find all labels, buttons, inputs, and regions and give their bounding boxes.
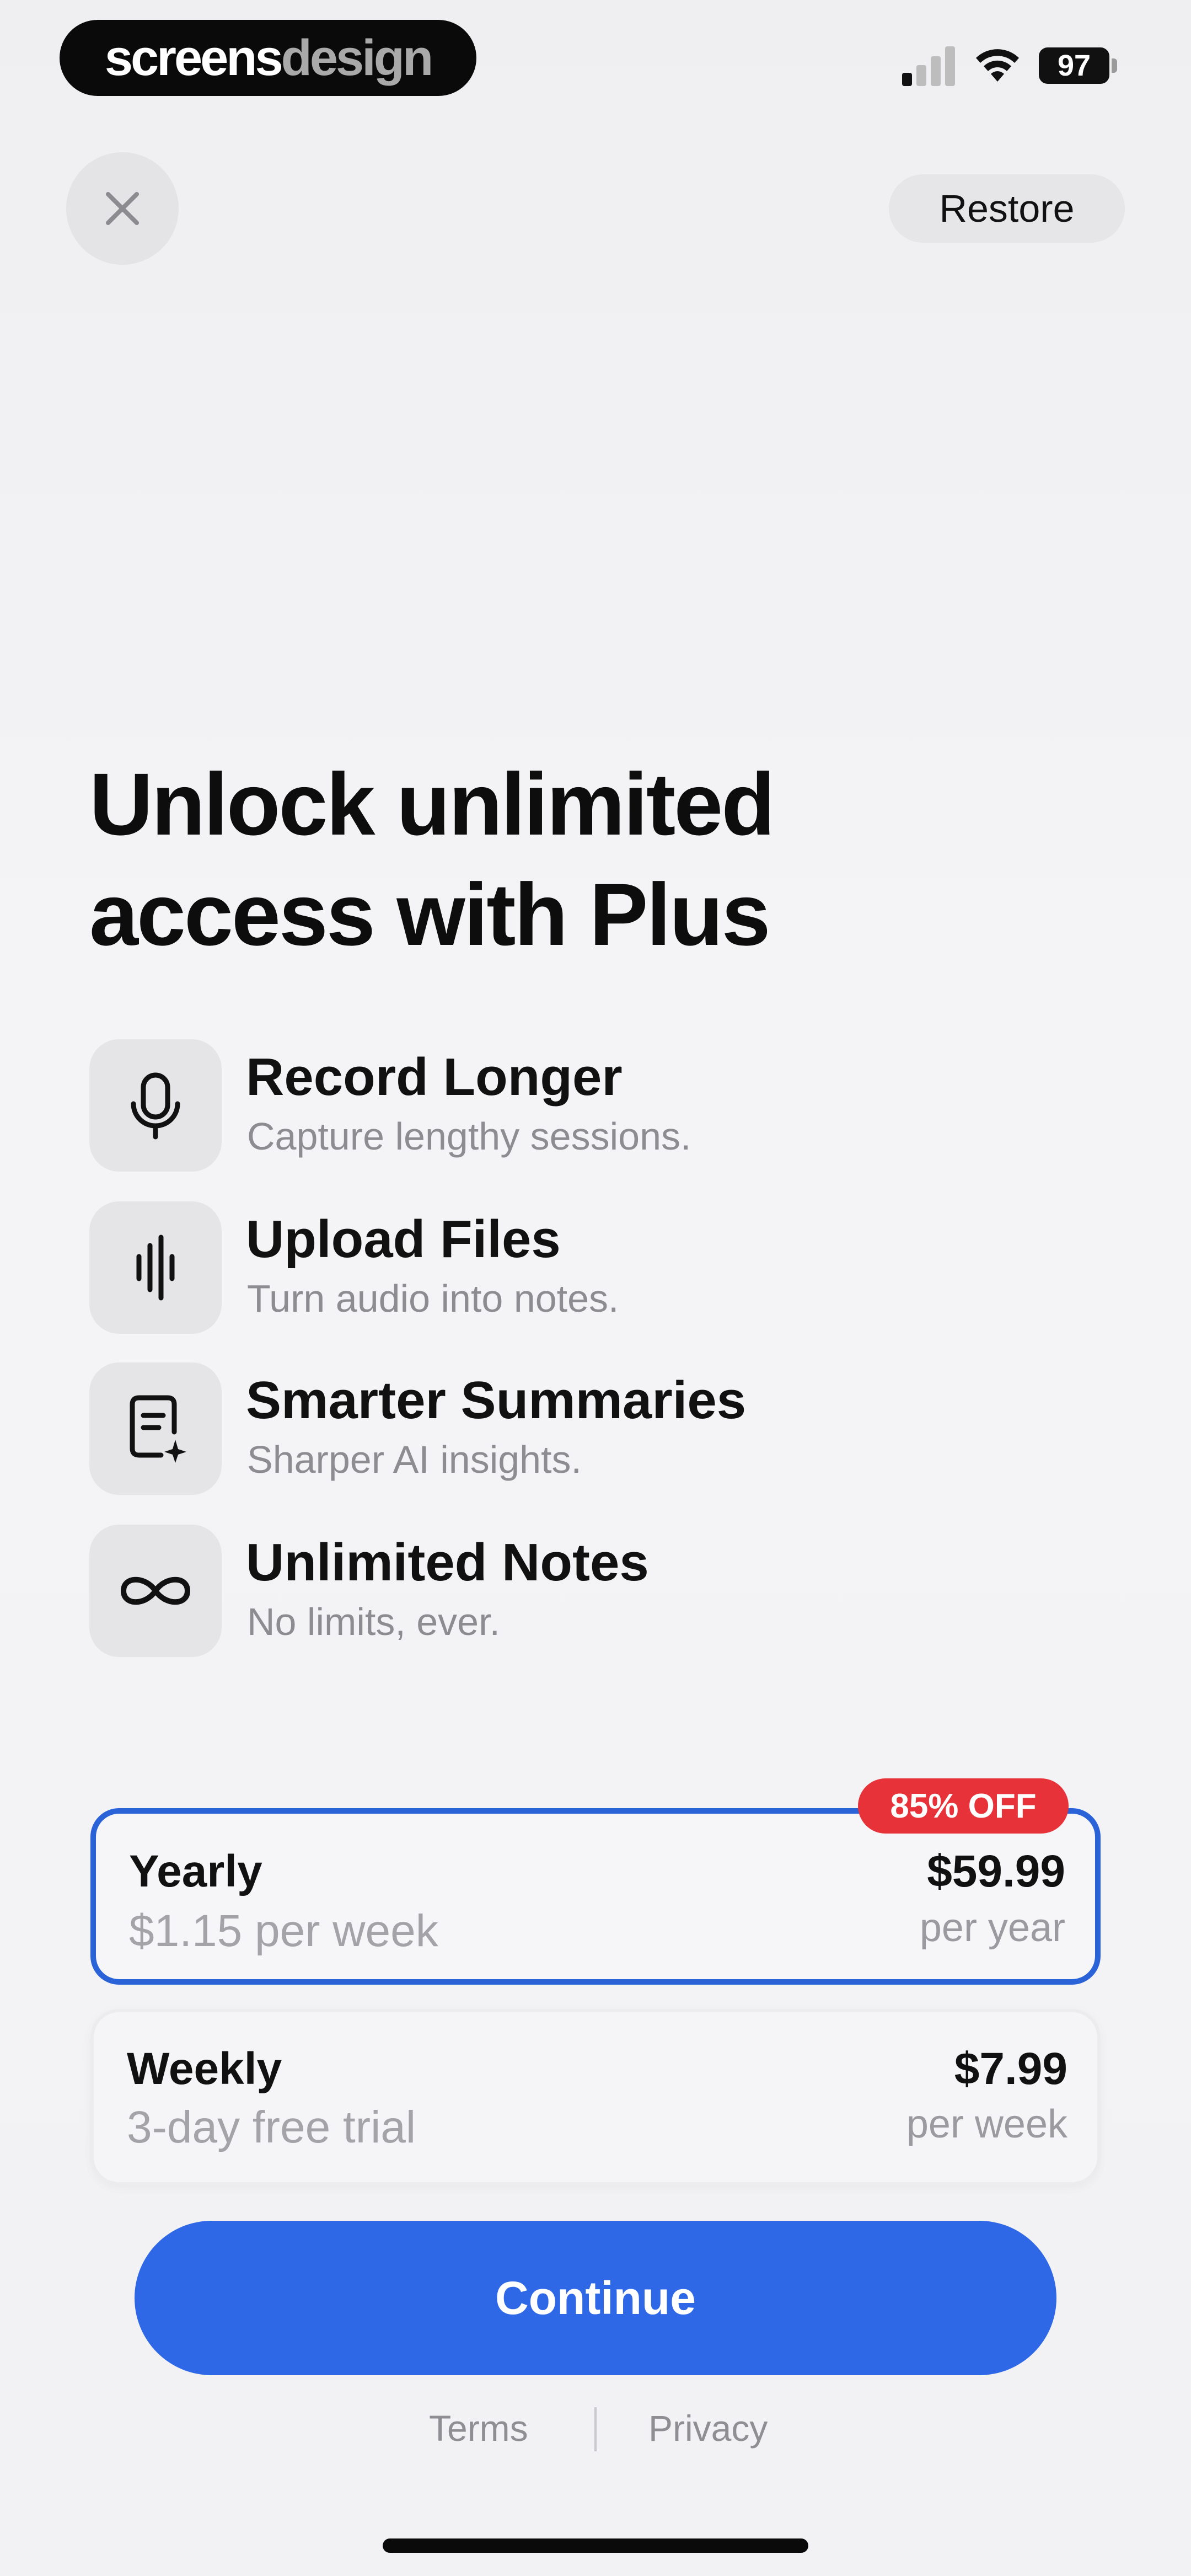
plan-price: $7.99: [954, 2044, 1067, 2094]
microphone-icon: [131, 1072, 180, 1140]
discount-badge: 85% OFF: [858, 1778, 1069, 1834]
watermark-logo: screens design: [60, 20, 476, 96]
watermark-text-part2: design: [281, 29, 433, 86]
terms-link[interactable]: Terms: [429, 2407, 528, 2449]
watermark-text-part1: screens: [104, 29, 283, 86]
page-title: Unlock unlimited access with Plus: [89, 749, 1082, 970]
footer-divider: [594, 2407, 597, 2451]
feature-icon-box: [89, 1525, 222, 1657]
paywall-screen: screens design 97 Restore Unlock unlimite…: [0, 0, 1191, 2576]
feature-icon-box: [89, 1039, 222, 1172]
battery-level: 97: [1057, 49, 1091, 82]
feature-subtitle: Capture lengthy sessions.: [247, 1115, 691, 1158]
battery-tip: [1112, 58, 1117, 73]
feature-subtitle: No limits, ever.: [247, 1600, 500, 1643]
wifi-icon: [976, 49, 1019, 82]
waveform-icon: [136, 1234, 175, 1301]
plan-name: Yearly: [129, 1846, 262, 1896]
feature-subtitle: Turn audio into notes.: [247, 1277, 619, 1320]
home-indicator[interactable]: [383, 2538, 808, 2553]
feature-subtitle: Sharper AI insights.: [247, 1438, 582, 1481]
close-button[interactable]: [66, 152, 179, 265]
privacy-link[interactable]: Privacy: [648, 2407, 768, 2449]
feature-title: Unlimited Notes: [246, 1533, 649, 1592]
feature-title: Record Longer: [246, 1047, 623, 1107]
feature-upload-files: Upload Files Turn audio into notes.: [89, 1201, 1109, 1334]
feature-title: Upload Files: [246, 1210, 561, 1269]
battery-icon: 97: [1039, 47, 1109, 84]
plan-subtitle: $1.15 per week: [129, 1906, 438, 1956]
title-line-2: access with Plus: [89, 865, 771, 964]
cellular-signal-icon: [902, 46, 957, 86]
plan-option-weekly[interactable]: Weekly 3-day free trial $7.99 per week: [90, 2009, 1101, 2185]
title-line-1: Unlock unlimited: [89, 755, 775, 853]
feature-smarter-summaries: Smarter Summaries Sharper AI insights.: [89, 1362, 1109, 1495]
plan-period: per week: [906, 2102, 1067, 2146]
plan-period: per year: [919, 1906, 1065, 1950]
feature-record-longer: Record Longer Capture lengthy sessions.: [89, 1039, 1109, 1172]
infinity-icon: [120, 1576, 191, 1605]
plan-option-yearly[interactable]: Yearly $1.15 per week $59.99 per year: [90, 1808, 1101, 1985]
restore-button[interactable]: Restore: [889, 174, 1125, 243]
feature-icon-box: [89, 1362, 222, 1495]
plan-price: $59.99: [927, 1846, 1065, 1896]
feature-icon-box: [89, 1201, 222, 1334]
note-sparkle-icon: [130, 1395, 186, 1463]
plan-name: Weekly: [127, 2044, 282, 2094]
plan-subtitle: 3-day free trial: [127, 2102, 416, 2152]
feature-title: Smarter Summaries: [246, 1371, 747, 1430]
feature-unlimited-notes: Unlimited Notes No limits, ever.: [89, 1525, 1109, 1657]
close-icon: [106, 192, 139, 225]
continue-button[interactable]: Continue: [135, 2221, 1056, 2375]
